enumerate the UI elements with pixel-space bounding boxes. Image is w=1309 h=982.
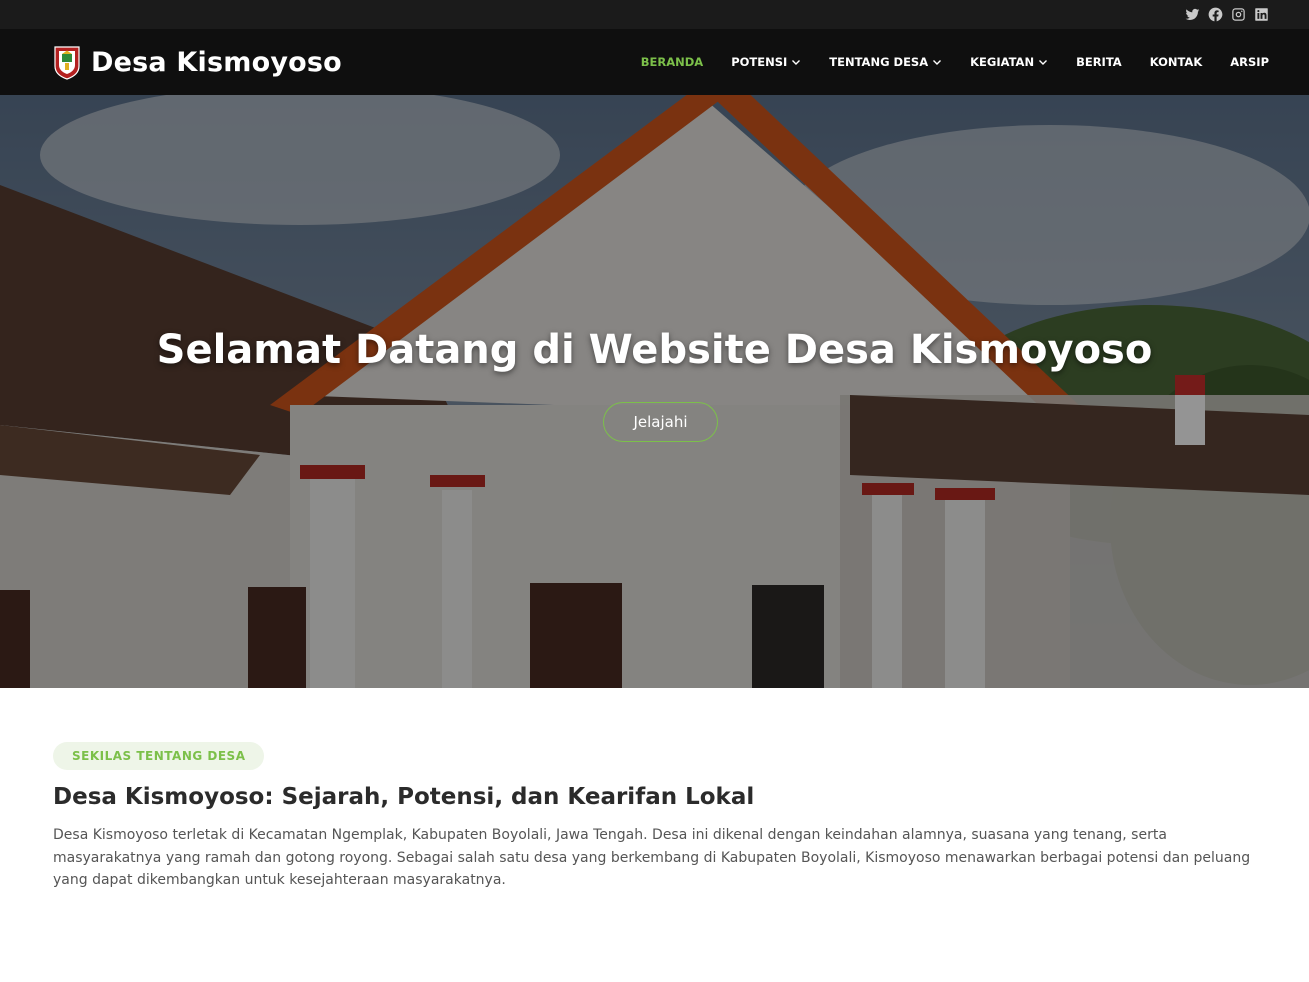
nav-item-label: POTENSI — [731, 55, 788, 69]
nav-item-tentang-desa[interactable]: TENTANG DESA — [815, 29, 956, 95]
nav-item-beranda[interactable]: BERANDA — [627, 29, 717, 95]
section-badge: SEKILAS TENTANG DESA — [53, 742, 265, 770]
village-emblem-icon — [54, 46, 80, 80]
chevron-down-icon — [1039, 60, 1048, 65]
nav-item-kegiatan[interactable]: KEGIATAN — [956, 29, 1062, 95]
nav-item-label: ARSIP — [1230, 55, 1269, 69]
brand-name: Desa Kismoyoso — [91, 46, 342, 78]
linkedin-icon[interactable] — [1254, 7, 1269, 22]
nav-item-label: KONTAK — [1149, 55, 1203, 69]
chevron-down-icon — [933, 60, 942, 65]
social-links — [1185, 5, 1269, 23]
facebook-icon[interactable] — [1208, 7, 1223, 22]
hero-overlay — [0, 95, 1309, 688]
explore-button[interactable]: Jelajahi — [603, 402, 718, 442]
brand-link[interactable]: Desa Kismoyoso — [53, 42, 342, 82]
nav-item-potensi[interactable]: POTENSI — [717, 29, 815, 95]
about-title: Desa Kismoyoso: Sejarah, Potensi, dan Ke… — [53, 784, 755, 810]
nav-item-kontak[interactable]: KONTAK — [1136, 29, 1217, 95]
nav-item-label: TENTANG DESA — [829, 55, 929, 69]
nav-item-label: BERANDA — [640, 55, 704, 69]
nav-item-arsip[interactable]: ARSIP — [1216, 29, 1269, 95]
instagram-icon[interactable] — [1231, 7, 1246, 22]
twitter-icon[interactable] — [1185, 7, 1200, 22]
about-text: Desa Kismoyoso terletak di Kecamatan Nge… — [53, 827, 1251, 888]
chevron-down-icon — [792, 60, 801, 65]
hero-section: Selamat Datang di Website Desa Kismoyoso… — [0, 95, 1309, 688]
main-nav: BERANDA POTENSI TENTANG DESA KEGIATAN BE… — [627, 29, 1269, 95]
nav-item-berita[interactable]: BERITA — [1062, 29, 1136, 95]
about-section: SEKILAS TENTANG DESA Desa Kismoyoso: Sej… — [53, 742, 1263, 892]
nav-item-label: BERITA — [1076, 55, 1122, 69]
top-bar — [0, 0, 1309, 29]
site-header: Desa Kismoyoso BERANDA POTENSI TENTANG D… — [0, 29, 1309, 95]
hero-title: Selamat Datang di Website Desa Kismoyoso — [156, 327, 1153, 373]
nav-item-label: KEGIATAN — [970, 55, 1035, 69]
